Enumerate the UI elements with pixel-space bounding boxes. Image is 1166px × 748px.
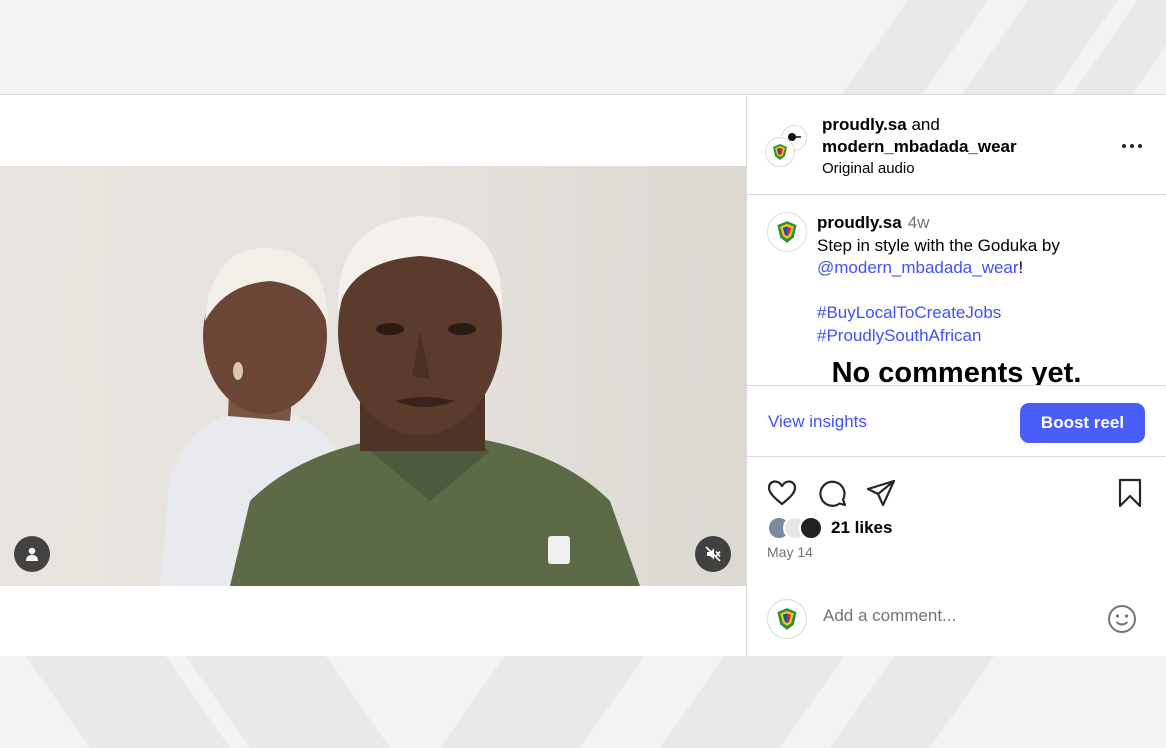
mute-icon <box>705 546 721 562</box>
author-username[interactable]: proudly.sa <box>822 115 907 134</box>
current-user-avatar <box>767 599 807 639</box>
caption-body-text: Step in style with the Goduka by <box>817 235 1060 255</box>
author-avatars[interactable] <box>765 125 809 169</box>
video-person-front <box>230 216 640 586</box>
post-date: May 14 <box>767 544 813 560</box>
boost-reel-button[interactable]: Boost reel <box>1020 403 1145 443</box>
comment-input[interactable] <box>823 606 1093 626</box>
share-icon[interactable] <box>865 477 897 509</box>
caption-author-avatar[interactable] <box>767 212 807 252</box>
action-bar <box>747 473 1166 513</box>
bookmark-icon[interactable] <box>1114 477 1146 509</box>
more-icon[interactable] <box>1120 136 1144 156</box>
comment-row <box>747 589 1166 649</box>
media-area <box>0 95 746 656</box>
hashtag-link-2[interactable]: #ProudlySouthAfrican <box>817 325 1147 348</box>
caption-time: 4w <box>907 213 930 232</box>
post-header: proudly.sa and modern_mbadada_wear Origi… <box>747 95 1166 195</box>
view-insights-link[interactable]: View insights <box>768 412 867 432</box>
caption-author[interactable]: proudly.sa <box>817 213 902 232</box>
heart-icon[interactable] <box>766 477 798 509</box>
post-modal: proudly.sa and modern_mbadada_wear Origi… <box>0 94 1166 656</box>
likes-count[interactable]: 21 likes <box>831 518 892 538</box>
proudly-sa-logo-icon <box>777 221 797 243</box>
proudly-sa-logo-icon <box>773 144 787 160</box>
proudly-sa-logo-icon <box>777 608 797 630</box>
post-side-panel: proudly.sa and modern_mbadada_wear Origi… <box>747 95 1166 656</box>
mute-button[interactable] <box>695 536 731 572</box>
caption-exclamation: ! <box>1018 258 1024 277</box>
reel-video[interactable] <box>0 166 746 586</box>
caption-mention-link[interactable]: @modern_mbadada_wear <box>817 258 1019 277</box>
caption-text: proudly.sa 4w Step in style with the Godu… <box>817 212 1147 347</box>
hashtag-link-1[interactable]: #BuyLocalToCreateJobs <box>817 302 1147 325</box>
liker-avatar <box>799 516 823 540</box>
caption-area: proudly.sa 4w Step in style with the Godu… <box>747 195 1166 385</box>
likes-row[interactable]: 21 likes <box>767 515 892 541</box>
comment-icon[interactable] <box>816 477 848 509</box>
emoji-icon[interactable] <box>1106 603 1138 635</box>
collaborator-username[interactable]: modern_mbadada_wear <box>822 136 1017 158</box>
author-avatar <box>765 137 795 167</box>
tagged-users-button[interactable] <box>14 536 50 572</box>
audio-label[interactable]: Original audio <box>822 158 1017 180</box>
header-joiner: and <box>911 115 940 134</box>
user-tag-icon <box>26 547 38 561</box>
post-header-text: proudly.sa and modern_mbadada_wear Origi… <box>822 114 1017 180</box>
no-comments-heading: No comments yet. <box>831 357 1082 385</box>
insights-bar: View insights Boost reel <box>747 385 1166 457</box>
